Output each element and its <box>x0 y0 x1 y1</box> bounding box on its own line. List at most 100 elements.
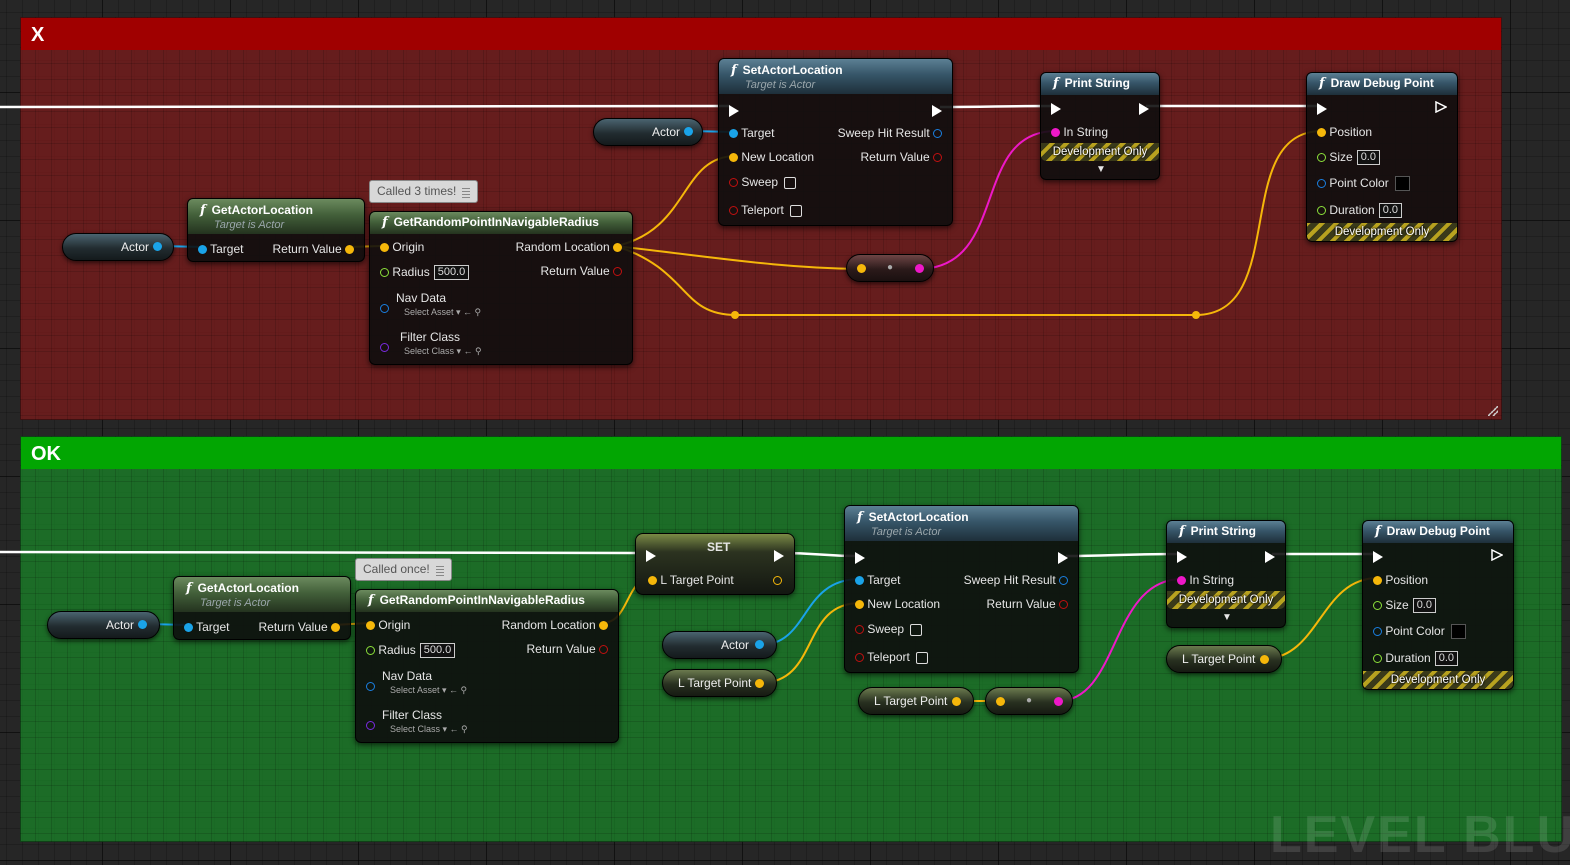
string-pin[interactable] <box>915 264 924 273</box>
duration-input[interactable]: 0.0 <box>1434 651 1458 667</box>
vector-pin[interactable] <box>648 576 657 586</box>
resize-handle[interactable] <box>1488 406 1498 416</box>
bool-pin[interactable] <box>1059 600 1068 610</box>
teleport-checkbox[interactable] <box>789 204 802 217</box>
object-pin[interactable] <box>366 682 375 692</box>
object-pin[interactable] <box>153 242 162 251</box>
draw-debug-point-node[interactable]: f Draw Debug Point Position Size 0.0 Point… <box>1306 72 1458 242</box>
bool-pin[interactable] <box>855 653 864 663</box>
exec-out-pin[interactable] <box>1491 548 1504 564</box>
pin-icon[interactable] <box>435 563 444 576</box>
l-target-point-variable[interactable]: L Target Point <box>662 669 777 697</box>
vector-pin[interactable] <box>380 243 389 253</box>
object-pin[interactable] <box>855 576 864 586</box>
float-pin[interactable] <box>1317 153 1326 163</box>
get-random-point-node[interactable]: f GetRandomPointInNavigableRadius Origin … <box>355 589 619 743</box>
node-header[interactable]: f GetActorLocation Target is Actor <box>174 577 350 612</box>
size-input[interactable]: 0.0 <box>1412 598 1436 614</box>
class-pin[interactable] <box>366 721 375 731</box>
object-pin[interactable] <box>184 623 193 633</box>
exec-out-pin[interactable] <box>932 104 942 117</box>
class-select[interactable]: Select Class ▾ ← ⚲ <box>404 344 482 358</box>
asset-select[interactable]: Select Asset ▾ ← ⚲ <box>390 683 467 697</box>
object-pin[interactable] <box>684 127 693 136</box>
get-actor-location-node[interactable]: f GetActorLocation Target is Actor Target… <box>173 576 351 640</box>
set-variable-node[interactable]: SET L Target Point <box>635 533 795 595</box>
bool-pin[interactable] <box>729 178 738 188</box>
vector-pin[interactable] <box>613 243 622 253</box>
exec-out-pin[interactable] <box>1265 550 1275 563</box>
comment-bubble[interactable]: Called 3 times! <box>369 180 479 203</box>
vector-pin[interactable] <box>857 264 866 273</box>
print-string-node[interactable]: f Print String In String Development Only… <box>1040 72 1160 180</box>
bool-pin[interactable] <box>855 625 864 635</box>
string-pin[interactable] <box>1054 697 1063 706</box>
object-pin[interactable] <box>729 129 738 139</box>
vector-pin[interactable] <box>729 153 738 163</box>
comment-title-bad[interactable]: X <box>21 18 1501 50</box>
color-pin[interactable] <box>1373 627 1382 637</box>
exec-out-pin[interactable] <box>1435 100 1448 116</box>
size-input[interactable]: 0.0 <box>1356 150 1380 166</box>
class-pin[interactable] <box>380 343 389 353</box>
node-header[interactable]: f GetRandomPointInNavigableRadius <box>370 212 632 234</box>
node-header[interactable]: f Print String <box>1167 521 1285 543</box>
node-header[interactable]: f GetRandomPointInNavigableRadius <box>356 590 618 612</box>
bool-pin[interactable] <box>933 153 942 163</box>
exec-in-pin[interactable] <box>1051 102 1061 115</box>
actor-variable[interactable]: Actor <box>593 118 703 146</box>
node-header[interactable]: f Print String <box>1041 73 1159 95</box>
exec-in-pin[interactable] <box>729 104 739 117</box>
float-pin[interactable] <box>1373 654 1382 664</box>
sweep-checkbox[interactable] <box>910 623 923 636</box>
object-pin[interactable] <box>198 245 207 255</box>
set-actor-location-node[interactable]: f SetActorLocation Target is Actor Target… <box>844 505 1079 673</box>
get-random-point-node[interactable]: f GetRandomPointInNavigableRadius Origin … <box>369 211 633 365</box>
exec-in-pin[interactable] <box>1373 550 1383 563</box>
struct-pin[interactable] <box>1059 576 1068 586</box>
bool-pin[interactable] <box>729 206 738 216</box>
vector-pin[interactable] <box>855 600 864 610</box>
expand-arrow-icon[interactable]: ▼ <box>1096 163 1106 177</box>
vector-pin[interactable] <box>599 621 608 631</box>
vector-pin[interactable] <box>366 621 375 631</box>
duration-input[interactable]: 0.0 <box>1378 203 1402 219</box>
comment-bubble[interactable]: Called once! <box>355 558 452 581</box>
draw-debug-point-node[interactable]: f Draw Debug Point Position Size 0.0 Point… <box>1362 520 1514 690</box>
teleport-checkbox[interactable] <box>915 651 928 664</box>
vector-pin[interactable] <box>1317 128 1326 138</box>
l-target-point-variable[interactable]: L Target Point <box>858 687 974 715</box>
set-actor-location-node[interactable]: f SetActorLocation Target is Actor Target… <box>718 58 953 226</box>
exec-in-pin[interactable] <box>855 551 865 564</box>
reroute-node[interactable] <box>1192 311 1200 319</box>
float-pin[interactable] <box>1317 206 1326 216</box>
exec-out-pin[interactable] <box>774 549 784 562</box>
print-string-node[interactable]: f Print String In String Development Only… <box>1166 520 1286 628</box>
actor-variable[interactable]: Actor <box>47 611 160 639</box>
comment-title-good[interactable]: OK <box>21 437 1561 469</box>
struct-pin[interactable] <box>933 129 942 139</box>
l-target-point-variable[interactable]: L Target Point <box>1166 645 1282 673</box>
exec-out-pin[interactable] <box>1435 100 1448 114</box>
expand-arrow-icon[interactable]: ▼ <box>1222 611 1232 625</box>
vector-pin[interactable] <box>773 576 782 586</box>
object-pin[interactable] <box>138 620 147 629</box>
node-header[interactable]: f SetActorLocation Target is Actor <box>719 59 952 94</box>
make-literal-node[interactable]: ● <box>846 254 934 282</box>
vector-pin[interactable] <box>345 245 354 255</box>
string-pin[interactable] <box>1051 128 1060 138</box>
asset-select[interactable]: Select Asset ▾ ← ⚲ <box>404 305 481 319</box>
vector-pin[interactable] <box>996 697 1005 706</box>
object-pin[interactable] <box>755 640 764 649</box>
vector-pin[interactable] <box>1260 655 1269 664</box>
object-pin[interactable] <box>380 304 389 314</box>
vector-pin[interactable] <box>331 623 340 633</box>
node-header[interactable]: f GetActorLocation Target is Actor <box>188 199 364 234</box>
pin-icon[interactable] <box>462 185 471 198</box>
bool-pin[interactable] <box>599 645 608 655</box>
get-actor-location-node[interactable]: f GetActorLocation Target is Actor Target… <box>187 198 365 262</box>
color-pin[interactable] <box>1317 179 1326 189</box>
float-pin[interactable] <box>366 646 375 656</box>
reroute-node[interactable] <box>731 311 739 319</box>
node-header[interactable]: f Draw Debug Point <box>1307 73 1457 95</box>
